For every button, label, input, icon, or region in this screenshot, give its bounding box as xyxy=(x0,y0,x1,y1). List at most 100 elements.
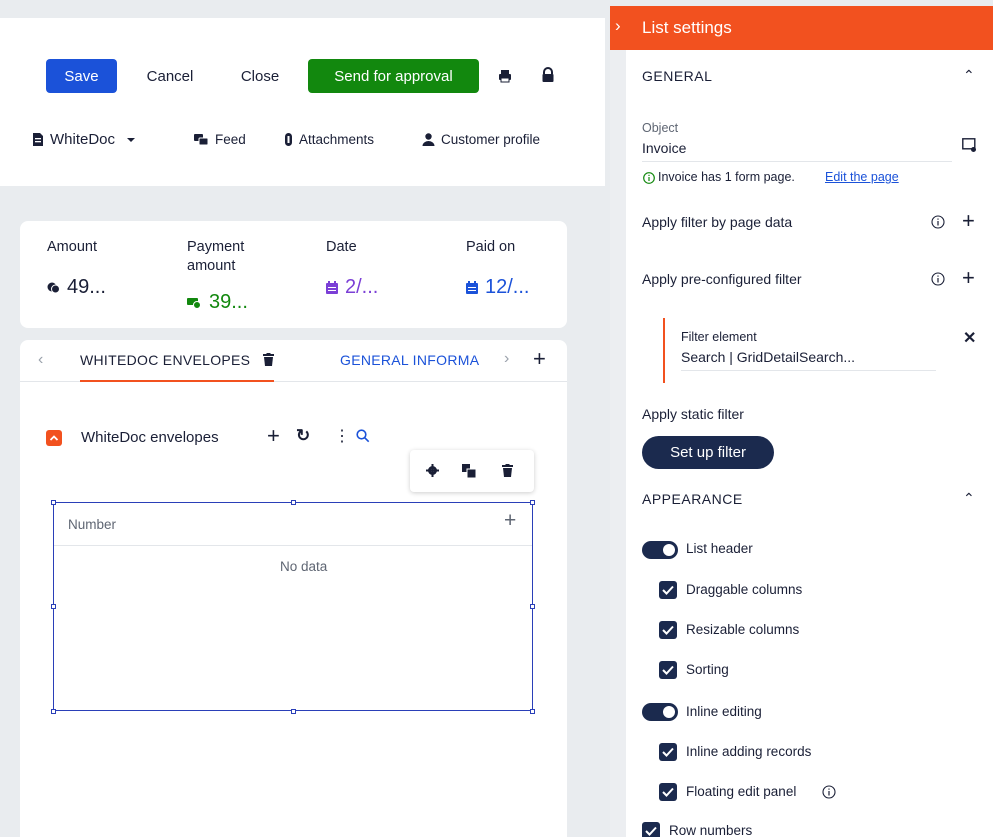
tab-attachments-label: Attachments xyxy=(299,132,375,147)
filter-element-field[interactable]: Search | GridDetailSearch... xyxy=(681,349,936,371)
trash-icon[interactable] xyxy=(262,353,274,366)
info-icon[interactable] xyxy=(822,785,836,804)
tab-customer-profile-label: Customer profile xyxy=(441,132,541,147)
detail-card: ‹ WHITEDOC ENVELOPES GENERAL INFORMA › +… xyxy=(20,340,567,837)
kpi-payment-amount-value: 39... xyxy=(209,291,248,313)
settings-icon[interactable] xyxy=(426,464,439,482)
edit-page-link[interactable]: Edit the page xyxy=(825,170,899,184)
lock-icon[interactable] xyxy=(541,67,555,88)
kpi-payment-value-row: 39... xyxy=(187,291,248,314)
delete-icon[interactable] xyxy=(502,464,513,482)
object-label: Object xyxy=(642,121,679,135)
resize-handle[interactable] xyxy=(530,604,535,609)
add-column-icon[interactable]: + xyxy=(504,509,516,533)
tab-feed-label: Feed xyxy=(215,132,246,147)
refresh-icon[interactable]: ↻ xyxy=(296,426,310,446)
kpi-paid-on-label: Paid on xyxy=(466,239,516,255)
kpi-date-label: Date xyxy=(326,239,357,255)
add-record-icon[interactable]: + xyxy=(267,423,280,449)
resizable-columns-label: Resizable columns xyxy=(686,622,800,637)
sorting-label: Sorting xyxy=(686,662,729,677)
tab-customer-profile[interactable]: Customer profile xyxy=(422,132,540,147)
paperclip-icon xyxy=(285,133,292,146)
person-icon xyxy=(422,133,435,146)
tab-feed[interactable]: Feed xyxy=(194,132,246,147)
chevron-up-icon[interactable]: ⌃ xyxy=(963,490,975,507)
panel-header: › List settings xyxy=(610,6,993,50)
tab-general-information-label: GENERAL INFORMA xyxy=(340,352,480,368)
cancel-button[interactable]: Cancel xyxy=(136,59,204,93)
inline-editing-toggle[interactable] xyxy=(642,703,678,721)
calendar-icon xyxy=(326,281,338,294)
inline-adding-checkbox[interactable] xyxy=(659,743,677,761)
preconfigured-filter-label: Apply pre-configured filter xyxy=(642,271,802,287)
money-icon xyxy=(187,297,201,309)
empty-state: No data xyxy=(280,559,328,574)
page-toolbar-card: Save Cancel Close Send for approval Whit… xyxy=(0,18,605,186)
list-grid[interactable]: Number + No data xyxy=(53,502,533,711)
info-icon xyxy=(643,171,655,189)
tab-general-information[interactable]: GENERAL INFORMA xyxy=(340,352,504,368)
column-number[interactable]: Number xyxy=(68,517,116,532)
chevron-right-icon[interactable]: › xyxy=(504,350,509,368)
list-title: WhiteDoc envelopes xyxy=(81,429,219,446)
object-lookup-icon[interactable] xyxy=(962,138,977,158)
add-preconfigured-filter-icon[interactable]: + xyxy=(962,265,975,291)
save-button[interactable]: Save xyxy=(46,59,117,93)
close-icon[interactable]: ✕ xyxy=(963,328,976,348)
list-header-toggle[interactable] xyxy=(642,541,678,559)
tab-whitedoc[interactable]: WhiteDoc xyxy=(32,131,139,148)
chevron-left-icon[interactable]: ‹ xyxy=(38,351,43,369)
object-field[interactable]: Invoice xyxy=(642,140,952,162)
detail-tabs: ‹ WHITEDOC ENVELOPES GENERAL INFORMA › + xyxy=(20,340,567,382)
tab-attachments[interactable]: Attachments xyxy=(284,132,374,147)
more-vertical-icon[interactable]: ⋮ xyxy=(334,426,350,446)
kpi-amount-value-row: 49... xyxy=(47,276,106,299)
close-button[interactable]: Close xyxy=(230,59,290,93)
element-toolbar xyxy=(410,450,534,492)
chevron-up-icon[interactable]: ⌃ xyxy=(963,67,975,84)
print-icon[interactable] xyxy=(498,69,512,88)
send-for-approval-button[interactable]: Send for approval xyxy=(308,59,479,93)
section-general[interactable]: GENERAL xyxy=(642,68,712,84)
row-numbers-label: Row numbers xyxy=(669,823,753,837)
grid-header: Number + xyxy=(54,503,532,546)
tab-whitedoc-label: WhiteDoc xyxy=(50,131,116,148)
kpi-amount-value: 49... xyxy=(67,276,106,298)
filter-element-label: Filter element xyxy=(681,330,757,344)
collapse-icon[interactable] xyxy=(46,430,62,446)
resize-handle[interactable] xyxy=(530,709,535,714)
list-header-label: List header xyxy=(686,541,753,556)
kpi-paid-on-value-row: 12/... xyxy=(466,276,529,299)
resize-handle[interactable] xyxy=(291,500,296,505)
chevron-right-icon[interactable]: › xyxy=(615,16,621,36)
resize-handle[interactable] xyxy=(51,500,56,505)
resize-handle[interactable] xyxy=(51,709,56,714)
sorting-checkbox[interactable] xyxy=(659,661,677,679)
add-tab-icon[interactable]: + xyxy=(533,346,546,372)
section-appearance[interactable]: APPEARANCE xyxy=(642,491,743,507)
inline-editing-label: Inline editing xyxy=(686,704,762,719)
draggable-columns-checkbox[interactable] xyxy=(659,581,677,599)
set-up-filter-button[interactable]: Set up filter xyxy=(642,436,774,469)
floating-edit-panel-checkbox[interactable] xyxy=(659,783,677,801)
search-icon[interactable] xyxy=(356,429,370,448)
row-numbers-checkbox[interactable] xyxy=(642,822,660,837)
add-filter-by-page-icon[interactable]: + xyxy=(962,208,975,234)
copy-icon[interactable] xyxy=(462,464,477,483)
kpi-date-value-row: 2/... xyxy=(326,276,378,299)
resizable-columns-checkbox[interactable] xyxy=(659,621,677,639)
document-icon xyxy=(33,133,43,146)
resize-handle[interactable] xyxy=(291,709,296,714)
panel-title: List settings xyxy=(642,18,732,37)
resize-handle[interactable] xyxy=(530,500,535,505)
filter-accent xyxy=(663,318,665,383)
tab-whitedoc-envelopes-label: WHITEDOC ENVELOPES xyxy=(80,352,251,368)
draggable-columns-label: Draggable columns xyxy=(686,582,803,597)
info-icon[interactable] xyxy=(931,272,945,291)
tab-whitedoc-envelopes[interactable]: WHITEDOC ENVELOPES xyxy=(80,352,274,382)
info-icon[interactable] xyxy=(931,215,945,234)
static-filter-label: Apply static filter xyxy=(642,406,744,422)
coins-icon xyxy=(47,282,60,294)
resize-handle[interactable] xyxy=(51,604,56,609)
